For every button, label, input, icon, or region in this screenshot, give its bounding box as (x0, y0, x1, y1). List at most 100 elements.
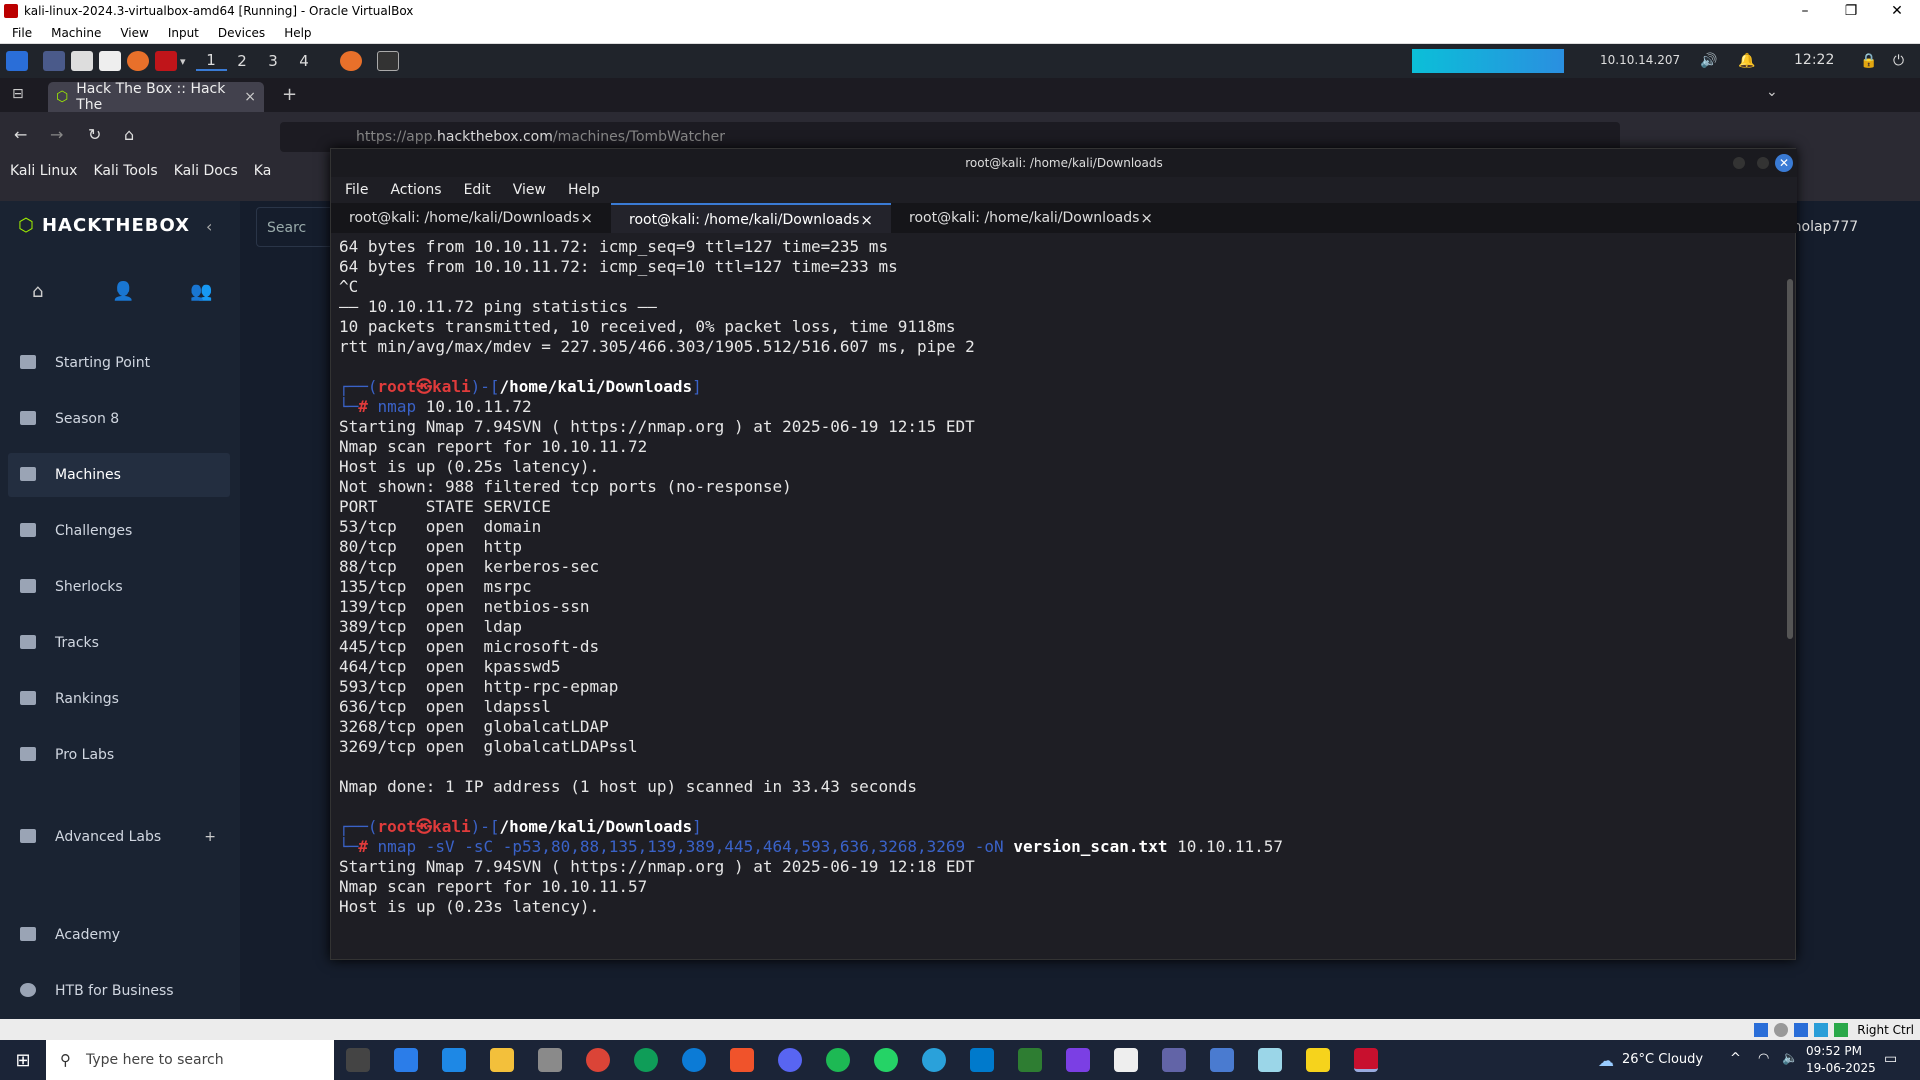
nav-rankings[interactable]: Rankings (8, 677, 230, 721)
reload-button[interactable]: ↻ (88, 125, 101, 144)
menu-machine[interactable]: Machine (51, 26, 101, 40)
terminal-output[interactable]: 64 bytes from 10.10.11.72: icmp_seq=9 tt… (331, 233, 1771, 961)
nav-challenges[interactable]: Challenges (8, 509, 230, 553)
term-menu-file[interactable]: File (345, 182, 368, 198)
menu-file[interactable]: File (12, 26, 32, 40)
close-icon[interactable]: × (580, 203, 593, 233)
lock-icon[interactable]: 🔒 (1860, 53, 1877, 69)
forward-button[interactable]: → (50, 125, 63, 144)
app-icon[interactable] (1066, 1048, 1090, 1072)
close-icon[interactable]: × (1140, 203, 1153, 233)
notification-bell-icon[interactable]: 🔔 (1738, 53, 1755, 69)
menu-help[interactable]: Help (284, 26, 311, 40)
nav-machines[interactable]: Machines (8, 453, 230, 497)
menu-view[interactable]: View (120, 26, 148, 40)
workspace-3[interactable]: 3 (258, 52, 289, 70)
app-icon[interactable] (1162, 1048, 1186, 1072)
terminal-scrollbar[interactable] (1787, 279, 1793, 639)
volume-icon[interactable]: 🔊 (1700, 53, 1717, 69)
collapse-sidebar-icon[interactable]: ‹ (206, 217, 212, 236)
network-icon[interactable] (1794, 1022, 1809, 1037)
usb-icon[interactable] (1814, 1022, 1829, 1037)
bookmark-kali-linux[interactable]: Kali Linux (10, 163, 77, 179)
htb-logo[interactable]: ⬡ HACKTHEBOX (18, 215, 190, 236)
terminal-tab-1[interactable]: root@kali: /home/kali/Downloads × (331, 203, 611, 233)
tab-overflow-icon[interactable]: ⌄ (1766, 84, 1778, 100)
power-icon[interactable]: ⏻ (1893, 53, 1904, 69)
telegram-icon[interactable] (922, 1048, 946, 1072)
home-button[interactable]: ⌂ (124, 125, 134, 144)
close-tab-icon[interactable]: × (244, 89, 256, 105)
bookmark-ka[interactable]: Ka (254, 163, 272, 179)
terminal-close-button[interactable]: ✕ (1775, 154, 1793, 172)
virtualbox-icon[interactable] (1354, 1048, 1378, 1072)
app-icon[interactable] (442, 1048, 466, 1072)
team-icon[interactable]: 👥 (190, 281, 212, 302)
speaker-icon[interactable]: 🔈 (1782, 1051, 1798, 1066)
nav-htb-business[interactable]: HTB for Business (8, 969, 230, 1013)
brave-icon[interactable] (730, 1048, 754, 1072)
nav-academy[interactable]: Academy (8, 913, 230, 957)
app-icon[interactable] (1018, 1048, 1042, 1072)
bookmark-kali-tools[interactable]: Kali Tools (93, 163, 157, 179)
nav-sherlocks[interactable]: Sherlocks (8, 565, 230, 609)
menu-input[interactable]: Input (168, 26, 199, 40)
spotify-icon[interactable] (826, 1048, 850, 1072)
chrome-icon[interactable] (586, 1048, 610, 1072)
terminal-window-icon[interactable] (376, 51, 399, 71)
menu-devices[interactable]: Devices (218, 26, 265, 40)
text-editor-icon[interactable] (99, 51, 121, 71)
back-button[interactable]: ← (14, 125, 27, 144)
sticky-notes-icon[interactable] (1306, 1048, 1330, 1072)
user-icon[interactable]: 👤 (112, 281, 134, 302)
home-icon[interactable]: ⌂ (32, 281, 43, 302)
tab-list-icon[interactable]: ⊟ (12, 86, 24, 102)
chevron-down-icon[interactable]: ▾ (180, 55, 186, 68)
terminal-maximize-button[interactable] (1757, 157, 1769, 169)
app-icon[interactable] (1210, 1048, 1234, 1072)
terminal-red-icon[interactable] (155, 51, 177, 71)
taskbar-search[interactable]: ⚲ Type here to search (46, 1040, 334, 1080)
firefox-window-icon[interactable] (339, 51, 362, 71)
browser-tab-htb[interactable]: ⬡ Hack The Box :: Hack The × (48, 81, 264, 113)
workspace-2[interactable]: 2 (227, 52, 258, 70)
firefox-icon[interactable] (127, 51, 149, 71)
nav-starting-point[interactable]: Starting Point (8, 341, 230, 385)
task-view-icon[interactable] (346, 1048, 370, 1072)
action-center-icon[interactable]: ▭ (1884, 1051, 1897, 1067)
term-menu-actions[interactable]: Actions (390, 182, 441, 198)
nav-tracks[interactable]: Tracks (8, 621, 230, 665)
disk-icon[interactable] (1774, 1022, 1789, 1037)
weather-text[interactable]: 26°C Cloudy (1622, 1052, 1703, 1067)
app-icon[interactable] (538, 1048, 562, 1072)
app-icon[interactable] (1258, 1048, 1282, 1072)
start-button[interactable]: ⊞ (0, 1040, 46, 1080)
file-manager-icon[interactable] (71, 51, 93, 71)
close-icon[interactable]: × (860, 205, 873, 235)
whatsapp-icon[interactable] (874, 1048, 898, 1072)
term-menu-help[interactable]: Help (568, 182, 600, 198)
nav-season-8[interactable]: Season 8 (8, 397, 230, 441)
terminal-tab-2[interactable]: root@kali: /home/kali/Downloads × (611, 203, 891, 233)
nav-advanced-labs[interactable]: Advanced Labs + (8, 815, 230, 859)
workspace-4[interactable]: 4 (289, 52, 320, 70)
vscode-icon[interactable] (970, 1048, 994, 1072)
maximize-button[interactable]: ❐ (1828, 0, 1874, 22)
edge-icon[interactable] (682, 1048, 706, 1072)
mouse-integration-icon[interactable] (1834, 1022, 1849, 1037)
device-icon[interactable] (1754, 1022, 1769, 1037)
show-desktop-icon[interactable] (43, 51, 65, 71)
kali-menu-icon[interactable] (6, 51, 28, 71)
expand-plus-icon[interactable]: + (204, 829, 216, 845)
taskbar-clock[interactable]: 09:52 PM (1806, 1044, 1862, 1058)
new-tab-button[interactable]: + (282, 84, 297, 105)
discord-icon[interactable] (778, 1048, 802, 1072)
terminal-tab-3[interactable]: root@kali: /home/kali/Downloads × (891, 203, 1171, 233)
terminal-minimize-button[interactable] (1733, 157, 1745, 169)
term-menu-edit[interactable]: Edit (464, 182, 491, 198)
chrome-icon[interactable] (634, 1048, 658, 1072)
close-button[interactable]: ✕ (1874, 0, 1920, 22)
nav-pro-labs[interactable]: Pro Labs (8, 733, 230, 777)
workspace-1[interactable]: 1 (195, 51, 227, 71)
tray-chevron-icon[interactable]: ^ (1730, 1051, 1741, 1066)
